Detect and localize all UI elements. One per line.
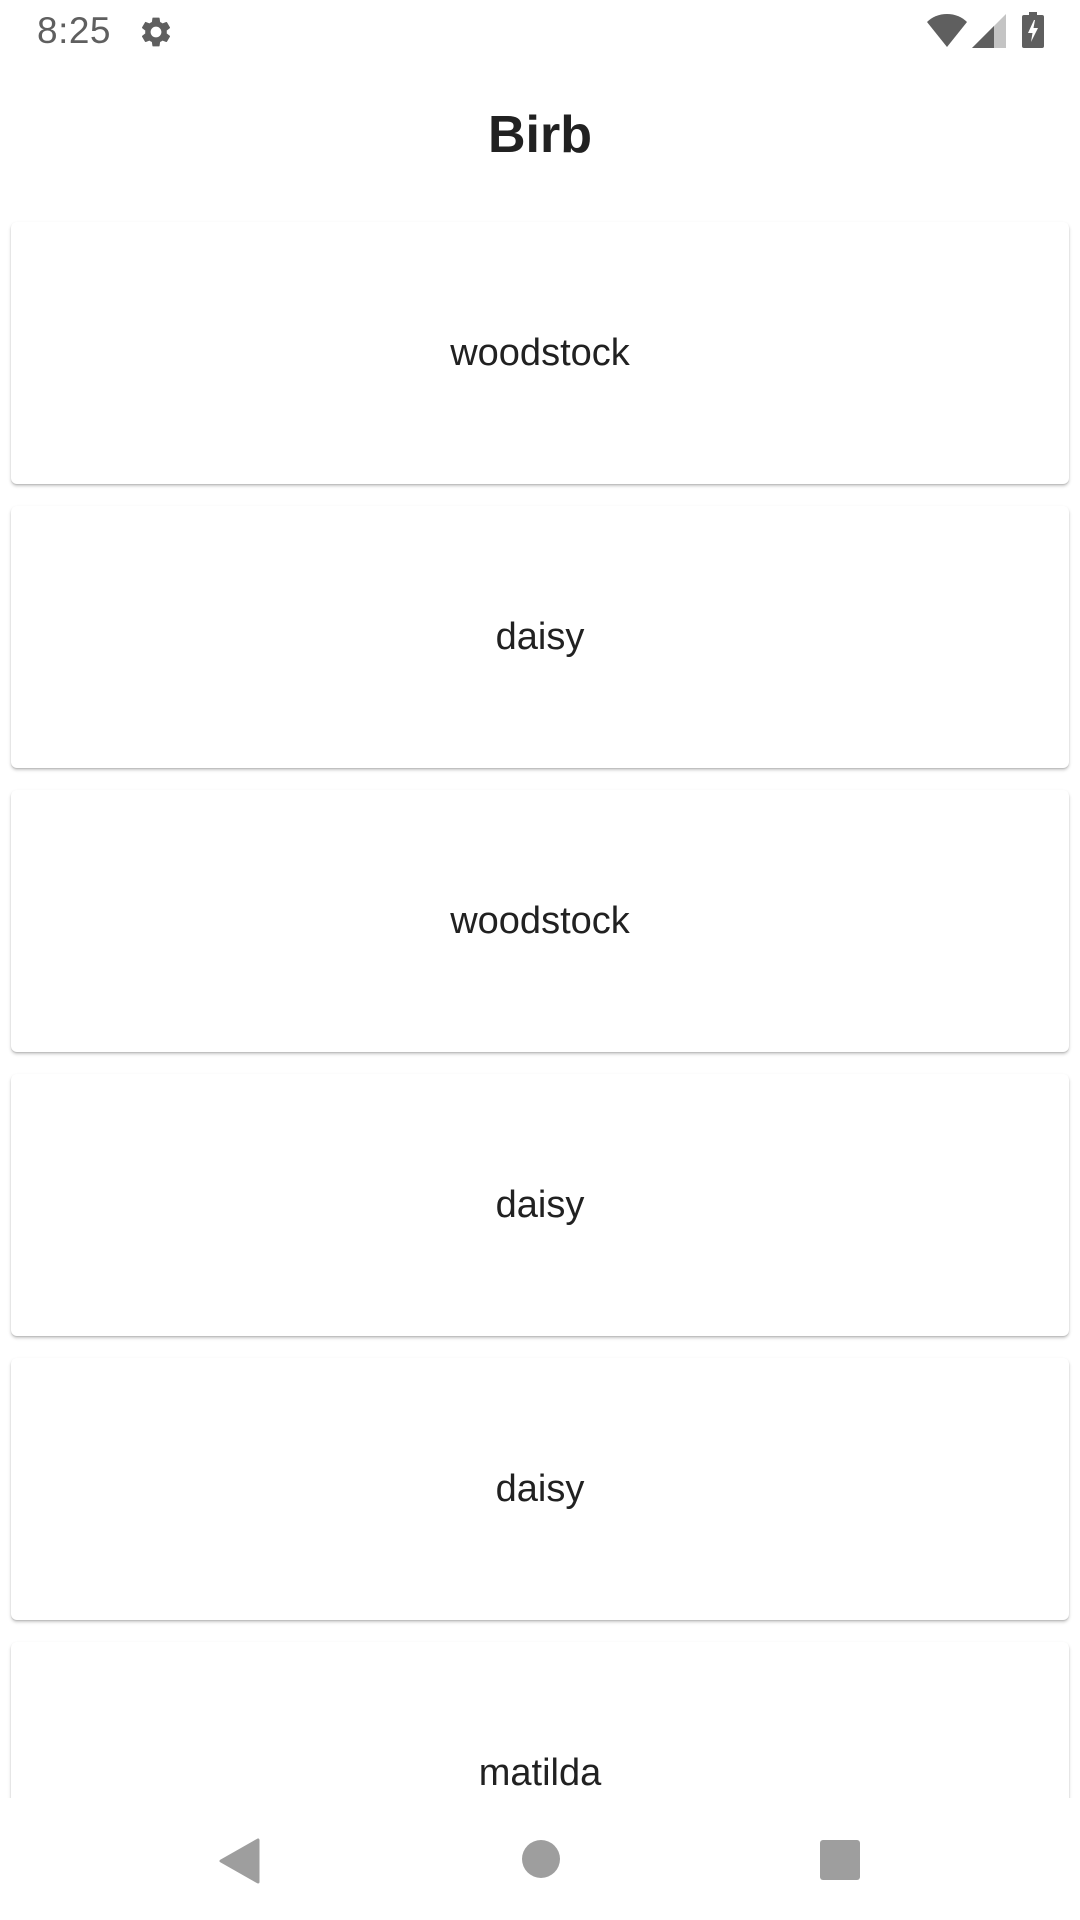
list-item[interactable]: daisy [11,506,1069,768]
status-time: 8:25 [37,10,112,51]
list-item[interactable]: woodstock [11,222,1069,484]
back-icon[interactable] [218,1838,260,1884]
list-item[interactable]: matilda [11,1642,1069,1798]
list-item-label: daisy [495,1183,585,1226]
list-item-label: woodstock [450,899,630,942]
status-bar: 8:25 [0,0,1080,66]
home-icon[interactable] [521,1839,561,1879]
list-item-label: daisy [495,1467,585,1510]
gear-icon [141,17,171,47]
list-item-label: woodstock [450,331,630,374]
card-list: woodstock daisy woodstock daisy daisy ma… [0,222,1080,1798]
list-item-label: daisy [495,615,585,658]
signal-icon [972,14,1006,48]
list-item[interactable]: daisy [11,1358,1069,1620]
bird-list[interactable]: woodstock daisy woodstock daisy daisy ma… [0,210,1080,1798]
list-item[interactable]: daisy [11,1074,1069,1336]
wifi-icon [927,14,967,47]
navigation-bar [0,1798,1080,1920]
list-item-label: matilda [478,1751,602,1794]
recents-icon[interactable] [819,1839,861,1881]
battery-charging-icon [1022,12,1044,48]
list-item[interactable]: woodstock [11,790,1069,1052]
page-title: Birb [488,106,592,164]
